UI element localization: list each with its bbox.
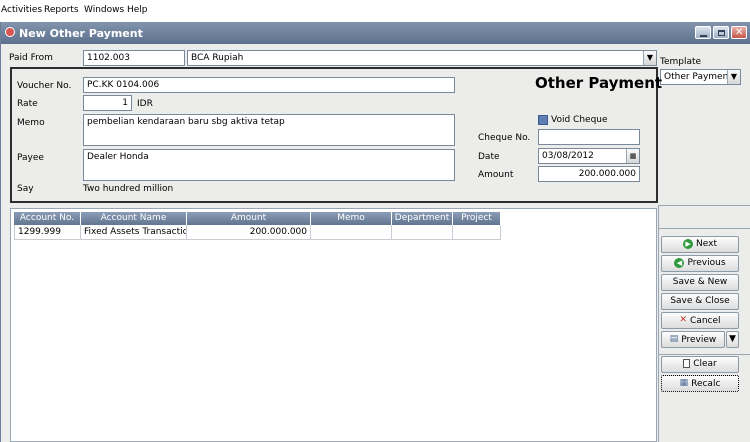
void-cheque-checkbox[interactable] (538, 115, 548, 125)
document-icon (683, 359, 691, 368)
cheque-no-label: Cheque No. (478, 133, 531, 143)
clear-button-label: Clear (693, 359, 717, 369)
chevron-down-icon[interactable]: ▼ (643, 51, 656, 65)
date-label: Date (478, 152, 500, 162)
column-amount[interactable]: Amount (187, 212, 311, 225)
table-cell[interactable]: Fixed Assets Transaction (81, 225, 187, 240)
menu-bar: Activities Reports Windows Help (0, 0, 750, 19)
menu-help[interactable]: Help (127, 5, 148, 15)
close-icon: ✕ (735, 27, 744, 38)
minimize-icon (700, 35, 707, 37)
voucher-input[interactable]: PC.KK 0104.006 (83, 77, 455, 93)
arrow-left-icon: ◀ (674, 257, 685, 268)
void-cheque-label: Void Cheque (551, 115, 608, 125)
preview-button[interactable]: ▤ Preview (661, 331, 725, 348)
date-input-text: 03/08/2012 (542, 151, 594, 161)
menu-windows[interactable]: Windows (84, 5, 124, 15)
rate-label: Rate (17, 99, 38, 109)
maximize-button[interactable] (713, 26, 729, 39)
cancel-button-label: Cancel (690, 316, 721, 326)
memo-input[interactable]: pembelian kendaraan baru sbg aktiva teta… (83, 114, 455, 146)
paid-from-account-name-text: BCA Rupiah (191, 53, 244, 63)
rate-input[interactable]: 1 (83, 95, 132, 111)
window-title: New Other Payment (19, 27, 143, 40)
paid-from-label: Paid From (9, 53, 53, 63)
account-grid: Account No. Account Name Amount Memo Dep… (10, 208, 657, 442)
table-cell[interactable]: 200.000.000 (187, 225, 311, 240)
cancel-icon: ✕ (679, 315, 688, 325)
chevron-down-icon: ▼ (729, 334, 736, 344)
rate-currency: IDR (137, 99, 153, 109)
window-titlebar: New Other Payment ✕ (1, 22, 750, 44)
recalc-button-label: Recalc (691, 379, 721, 389)
table-cell[interactable] (453, 225, 501, 240)
preview-dropdown-button[interactable]: ▼ (726, 331, 739, 348)
template-select-text: Other Payment (664, 72, 732, 82)
payee-input[interactable]: Dealer Honda (83, 149, 455, 181)
column-account-no[interactable]: Account No. (14, 212, 81, 225)
save-new-button-label: Save & New (672, 277, 728, 287)
cheque-no-input[interactable] (538, 129, 640, 145)
minimize-button[interactable] (695, 26, 711, 39)
printer-icon: ▤ (669, 334, 679, 344)
calculator-icon: ▦ (679, 378, 689, 388)
previous-button-label: Previous (687, 258, 726, 268)
amount-input[interactable]: 200.000.000 (538, 166, 640, 182)
save-close-button[interactable]: Save & Close (661, 293, 739, 310)
previous-button[interactable]: ◀ Previous (661, 255, 739, 272)
next-button-label: Next (696, 239, 717, 249)
column-memo[interactable]: Memo (311, 212, 392, 225)
template-label: Template (660, 57, 702, 67)
table-cell[interactable] (392, 225, 453, 240)
divider (658, 205, 750, 206)
divider (658, 228, 750, 229)
voucher-label: Voucher No. (17, 81, 72, 91)
arrow-right-icon: ▶ (683, 238, 694, 249)
paid-from-account-no[interactable]: 1102.003 (83, 50, 185, 66)
column-project[interactable]: Project (453, 212, 501, 225)
clear-button[interactable]: Clear (661, 356, 739, 373)
calendar-icon[interactable]: ▦ (626, 149, 639, 163)
menu-reports[interactable]: Reports (44, 5, 79, 15)
app-icon (5, 27, 15, 37)
memo-label: Memo (17, 118, 45, 128)
amount-label: Amount (478, 170, 514, 180)
next-button[interactable]: ▶ Next (661, 236, 739, 253)
preview-button-label: Preview (681, 335, 717, 345)
say-label: Say (17, 184, 34, 194)
table-cell[interactable]: 1299.999 (14, 225, 81, 240)
recalc-button[interactable]: ▦ Recalc (661, 375, 739, 392)
date-input[interactable]: 03/08/2012 ▦ (538, 148, 640, 164)
save-close-button-label: Save & Close (670, 296, 730, 306)
save-new-button[interactable]: Save & New (661, 274, 739, 291)
close-button[interactable]: ✕ (731, 26, 747, 39)
paid-from-account-name[interactable]: BCA Rupiah ▼ (187, 50, 657, 66)
cancel-button[interactable]: ✕ Cancel (661, 312, 739, 329)
other-payment-window: New Other Payment ✕ Paid From 1102.003 B… (0, 22, 750, 442)
divider (658, 354, 750, 355)
template-select[interactable]: Other Payment ▼ (660, 69, 741, 85)
divider (658, 205, 659, 442)
menu-activities[interactable]: Activities (1, 5, 42, 15)
say-value: Two hundred million (83, 184, 174, 194)
table-cell[interactable] (311, 225, 392, 240)
page-title: Other Payment (535, 74, 663, 92)
chevron-down-icon[interactable]: ▼ (727, 70, 740, 84)
column-account-name[interactable]: Account Name (81, 212, 187, 225)
column-department[interactable]: Department (392, 212, 453, 225)
payee-label: Payee (17, 153, 44, 163)
maximize-icon (718, 30, 725, 36)
